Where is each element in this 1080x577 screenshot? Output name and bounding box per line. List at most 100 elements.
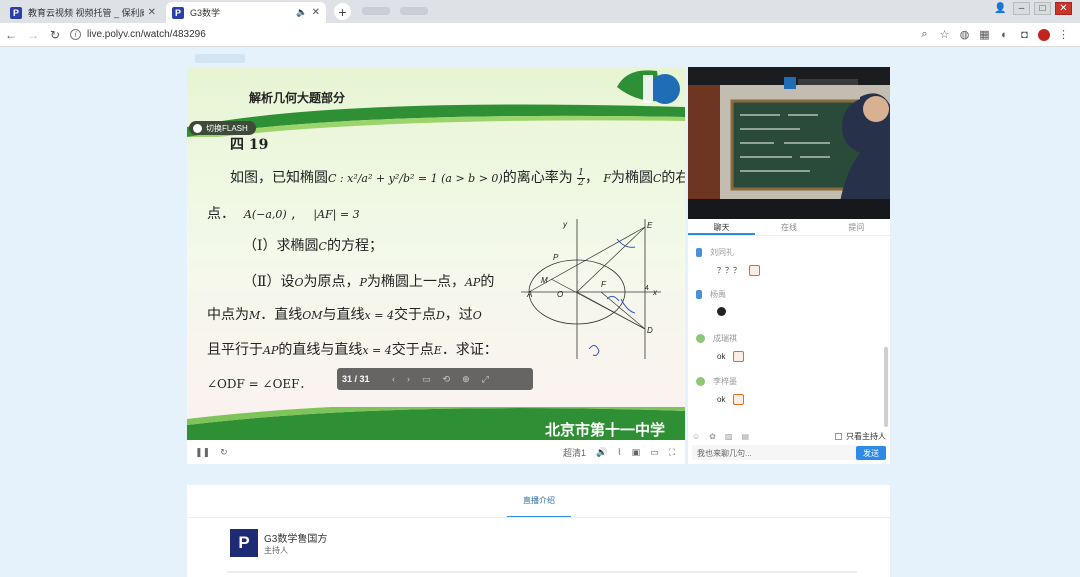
user-avatar-icon <box>696 334 705 343</box>
tab-questions[interactable]: 提问 <box>823 219 890 235</box>
back-button[interactable]: ← <box>0 28 22 42</box>
problem-line-7: ∠ODF = ∠OEF． <box>207 377 312 391</box>
new-tab-button[interactable]: + <box>334 3 351 20</box>
window-close-button[interactable]: ✕ <box>1055 2 1072 15</box>
user-icon[interactable]: 👤 <box>992 2 1009 15</box>
minimize-button[interactable]: – <box>1013 2 1030 15</box>
pause-icon[interactable]: ❚❚ <box>195 447 210 458</box>
problem-line-2: 点． A(−a,0) , |AF| = 3 <box>207 206 360 222</box>
label-O: O <box>557 290 563 299</box>
card-icon[interactable]: ▤ <box>741 432 749 441</box>
label-4: 4 <box>645 285 649 292</box>
zoom-icon[interactable]: ⌕ <box>918 28 931 41</box>
tab-inactive[interactable]: P 教育云视频 视频托管 _ 保利威云 ✕ <box>4 2 162 23</box>
divider <box>227 571 857 573</box>
chat-message: 李梓墨 ok <box>696 376 745 405</box>
refresh-icon[interactable]: ↻ <box>220 447 228 458</box>
gift-icon <box>749 265 760 276</box>
problem-line-6: 且平行于AP的直线与直线x = 4交于点E．求证： <box>207 342 498 358</box>
chat-message: 成瑞祺 ok <box>696 333 745 362</box>
chat-text: ok <box>717 352 726 361</box>
chat-scrollbar[interactable] <box>884 347 888 427</box>
close-icon[interactable]: ✕ <box>148 7 156 18</box>
browser-toolbar: ← → ↻ i live.polyv.cn/watch/483296 ⌕ ☆ ◍… <box>0 23 1080 47</box>
extension-icon[interactable]: ◐ <box>998 28 1011 41</box>
translate-icon[interactable]: ◍ <box>958 28 971 41</box>
label-D: D <box>647 326 653 335</box>
image-icon[interactable]: ▨ <box>725 432 733 441</box>
chat-tools: ☺ ✿ ▨ ▤ 只看主持人 <box>692 430 886 443</box>
fraction: 12 <box>577 167 585 188</box>
profile-icon[interactable] <box>1038 28 1050 41</box>
close-icon[interactable]: ✕ <box>312 7 320 18</box>
problem-line-3: （Ⅰ）求椭圆C的方程； <box>243 238 383 254</box>
zoom-in-icon[interactable]: ⊕ <box>462 374 470 385</box>
polyv-favicon: P <box>10 6 22 19</box>
tab-chat[interactable]: 聊天 <box>688 219 756 235</box>
chat-message: 杨禹 <box>696 289 726 316</box>
chat-text: ？？？ <box>717 266 741 275</box>
chat-username: 成瑞祺 <box>713 334 737 343</box>
thumbnail-icon[interactable]: ▭ <box>422 374 431 385</box>
user-avatar-icon <box>696 377 705 386</box>
toolbar-icons: ⌕ ☆ ◍ ▦ ◐ ◘ ⋮ <box>918 28 1070 41</box>
flower-icon[interactable]: ✿ <box>709 432 716 441</box>
side-panel: 聊天 在线 提问 刘同礼 ？？？ 杨禹 成瑞祺 ok 李梓墨 ok ☺ ✿ ▨ … <box>688 67 890 464</box>
tab-title: G3数学 <box>190 8 221 18</box>
gift-icon <box>733 351 745 362</box>
slide-page-controls: 31 / 31 ‹ › ▭ ⟲ ⊕ ⤢ <box>337 368 533 390</box>
chat-message: 刘同礼 ？？？ <box>696 247 760 276</box>
tab-active[interactable]: P G3数学 🔈 ✕ <box>166 2 326 23</box>
label-M: M <box>541 276 548 285</box>
emoji-icon <box>717 307 726 316</box>
switch-flash-button[interactable]: 切换FLASH <box>189 121 256 135</box>
camera-switch-icon[interactable]: ▣ <box>632 447 641 458</box>
tab-online[interactable]: 在线 <box>755 219 822 235</box>
next-page-icon[interactable]: › <box>407 374 410 384</box>
chat-tabs: 聊天 在线 提问 <box>688 219 890 236</box>
window-controls: 👤 – □ ✕ <box>992 2 1072 15</box>
send-button[interactable]: 发送 <box>856 446 886 460</box>
chat-username: 刘同礼 <box>710 248 734 257</box>
host-role: 主持人 <box>264 546 288 555</box>
problem-line-5: 中点为M．直线OM与直线x = 4交于点D，过O <box>207 307 482 323</box>
qr-icon[interactable]: ▦ <box>978 28 991 41</box>
chat-messages: 刘同礼 ？？？ 杨禹 成瑞祺 ok 李梓墨 ok <box>688 237 884 429</box>
address-bar[interactable]: i live.polyv.cn/watch/483296 <box>70 29 918 40</box>
host-only-toggle[interactable]: 只看主持人 <box>835 431 886 442</box>
menu-icon[interactable]: ⋮ <box>1057 28 1070 41</box>
label-y: y <box>562 220 568 229</box>
tab-live-intro[interactable]: 直播介绍 <box>507 495 571 518</box>
problem-line-4: （Ⅱ）设O为原点，P为椭圆上一点，AP的 <box>243 274 495 290</box>
camera-icon[interactable]: ◘ <box>1018 28 1031 41</box>
label-F: F <box>601 280 607 289</box>
danmaku-icon[interactable]: ▭ <box>650 447 659 458</box>
chat-input[interactable]: 我也来聊几句... <box>692 445 856 460</box>
breadcrumb <box>195 54 245 63</box>
school-name: 北京市第十一中学 <box>544 421 665 439</box>
teacher-video[interactable] <box>688 67 890 219</box>
reload-button[interactable]: ↻ <box>44 28 66 42</box>
label-P: P <box>553 253 559 262</box>
tab-title: 教育云视频 视频托管 _ 保利威云 <box>28 8 144 18</box>
info-icon[interactable]: i <box>70 29 81 40</box>
rotate-icon[interactable]: ⟲ <box>443 374 451 385</box>
prev-page-icon[interactable]: ‹ <box>392 374 395 384</box>
quality-selector[interactable]: 超清1 <box>563 446 586 459</box>
emoji-picker-icon[interactable]: ☺ <box>692 432 700 441</box>
forward-button[interactable]: → <box>22 28 44 42</box>
fullscreen-slide-icon[interactable]: ⤢ <box>482 374 489 385</box>
slide-title: 解析几何大题部分 <box>249 91 346 105</box>
speaker-icon[interactable]: 🔈 <box>296 7 307 18</box>
flash-icon <box>193 123 202 133</box>
chat-username: 李梓墨 <box>713 377 737 386</box>
line-icon[interactable]: ⌇ <box>617 447 621 458</box>
fullscreen-icon[interactable]: ⛶ <box>669 447 675 458</box>
host-only-checkbox[interactable] <box>835 433 842 440</box>
player-controls: ❚❚ ↻ 超清1 🔊 ⌇ ▣ ▭ ⛶ <box>187 440 685 464</box>
flash-label: 切换FLASH <box>206 123 248 133</box>
star-icon[interactable]: ☆ <box>938 28 951 41</box>
volume-icon[interactable]: 🔊 <box>596 447 607 458</box>
label-E: E <box>647 221 653 230</box>
maximize-button[interactable]: □ <box>1034 2 1051 15</box>
